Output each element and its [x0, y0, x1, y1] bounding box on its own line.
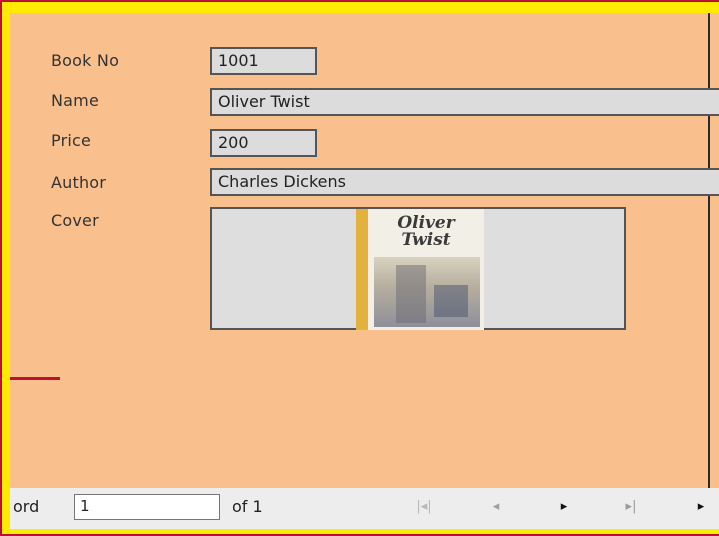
- cover-image-field[interactable]: Oliver Twist: [210, 207, 626, 330]
- last-record-icon[interactable]: ▸|: [620, 496, 642, 518]
- name-field[interactable]: Oliver Twist: [210, 88, 719, 116]
- red-marker: [10, 377, 60, 380]
- book-spine: [356, 209, 368, 330]
- book-cover-title-line2: Twist: [401, 230, 451, 250]
- record-count-label: of 1: [232, 497, 263, 516]
- record-number-input[interactable]: 1: [74, 494, 220, 520]
- vertical-divider: [708, 13, 710, 488]
- book-no-label: Book No: [51, 51, 120, 70]
- form-canvas: Book No 1001 Name Oliver Twist Price 200…: [10, 13, 719, 529]
- cover-label: Cover: [51, 211, 99, 230]
- price-field[interactable]: 200: [210, 129, 317, 157]
- author-label: Author: [51, 173, 107, 192]
- book-cover-title: Oliver Twist: [370, 215, 482, 249]
- next-record-icon[interactable]: ▸: [553, 496, 575, 518]
- record-navigation-bar: ord 1 of 1 |◂| ◂ ▸ ▸| ▸: [10, 488, 719, 529]
- book-no-field[interactable]: 1001: [210, 47, 317, 75]
- book-cover-illustration: [374, 257, 480, 327]
- previous-record-icon[interactable]: ◂: [485, 496, 507, 518]
- author-field[interactable]: Charles Dickens: [210, 168, 719, 196]
- price-label: Price: [51, 131, 92, 150]
- name-label: Name: [51, 91, 100, 110]
- new-record-icon[interactable]: ▸: [690, 496, 712, 518]
- book-cover-image: Oliver Twist: [356, 209, 484, 330]
- record-label: ord: [13, 497, 40, 516]
- first-record-icon[interactable]: |◂|: [413, 496, 435, 518]
